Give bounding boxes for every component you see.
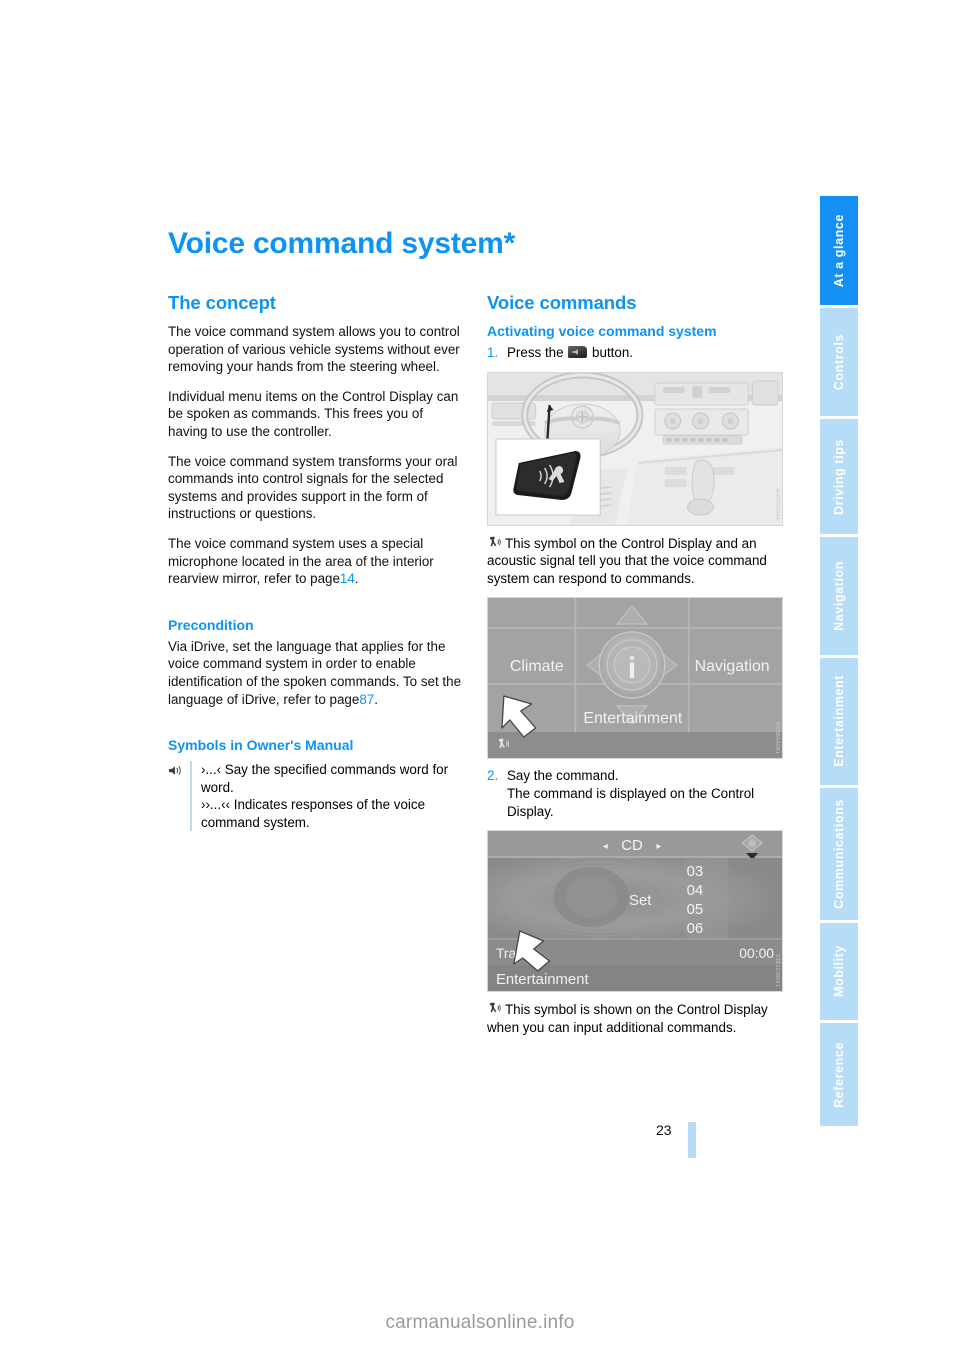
symbols-note-block: ›...‹ Say the specified commands word fo… (168, 761, 464, 832)
sidebar-tab-entertainment[interactable]: Entertainment (820, 657, 858, 785)
heading-activating-voice-command-system: Activating voice command system (487, 323, 717, 339)
step-2: 2. Say the command. The command is displ… (487, 767, 783, 820)
page-title: Voice command system* (168, 227, 516, 260)
sidebar-tab-label: Mobility (831, 945, 846, 998)
heading-voice-commands: Voice commands (487, 292, 637, 313)
symbols-icon-column (168, 761, 190, 831)
right-text-column: Voice commands Activating voice command … (487, 292, 783, 1036)
caption-voice-ready-text: This symbol on the Control Display and a… (487, 535, 767, 586)
sidebar-tab-driving-tips[interactable]: Driving tips (820, 418, 858, 535)
precondition-period: . (374, 691, 378, 707)
svg-text:CD: CD (621, 837, 643, 854)
step-2-number: 2. (487, 768, 499, 784)
sidebar-tab-at-a-glance[interactable]: At a glance (820, 196, 858, 306)
symbols-vertical-rule (190, 761, 192, 832)
sidebar-tab-reference[interactable]: Reference (820, 1023, 858, 1126)
step-1-text-after: button. (592, 345, 633, 360)
symbols-line-1: ›...‹ Say the specified commands word fo… (201, 762, 449, 795)
svg-text:Entertainment: Entertainment (496, 971, 590, 988)
precondition-text: Via iDrive, set the language that applie… (168, 638, 462, 707)
heading-precondition: Precondition (168, 616, 254, 633)
svg-text:05: 05 (687, 901, 704, 918)
symbols-line-2: ››...‹‹ Indicates responses of the voice… (201, 797, 426, 830)
figure-code: MV0B0A0A1 (774, 722, 780, 755)
figure-code: V3B1238661 (774, 954, 780, 988)
car-interior-photo: MV0K0230A (487, 371, 783, 526)
page-reference-14[interactable]: 14 (340, 571, 355, 586)
caption-voice-ready: This symbol on the Control Display and a… (487, 535, 783, 588)
sidebar-tab-label: Entertainment (831, 675, 846, 768)
step-1-number: 1. (487, 345, 499, 360)
precondition-paragraph: Via iDrive, set the language that applie… (168, 638, 464, 708)
svg-text:03: 03 (687, 863, 704, 880)
caption-additional-commands: This symbol is shown on the Control Disp… (487, 1001, 783, 1036)
concept-paragraph-4-period: . (354, 571, 359, 587)
symbols-text-column: ›...‹ Say the specified commands word fo… (201, 761, 464, 831)
svg-text:◂: ◂ (603, 841, 608, 852)
heading-symbols-in-owners-manual: Symbols in Owner's Manual (168, 737, 354, 754)
section-tab-sidebar: At a glance Controls Driving tips Naviga… (820, 196, 858, 1126)
svg-text:Entertainment: Entertainment (583, 710, 682, 727)
concept-paragraph-3: The voice command system transforms your… (168, 453, 458, 522)
voice-active-icon (487, 1001, 502, 1016)
watermark: carmanualsonline.info (385, 1312, 575, 1333)
sidebar-tab-controls[interactable]: Controls (820, 308, 858, 416)
svg-text:Climate: Climate (510, 658, 564, 675)
sidebar-tab-label: Driving tips (831, 438, 846, 515)
svg-text:▸: ▸ (656, 841, 661, 852)
sidebar-tab-label: Navigation (831, 561, 846, 631)
page-number: 23 (656, 1122, 672, 1138)
concept-paragraph-2: Individual menu items on the Control Dis… (168, 388, 459, 439)
caption-additional-commands-text: This symbol is shown on the Control Disp… (487, 1002, 768, 1035)
sidebar-tab-label: Controls (831, 334, 846, 391)
voice-active-icon (487, 535, 502, 550)
figure-code: MV0K0230A (774, 488, 780, 521)
sidebar-tab-label: Reference (831, 1041, 846, 1108)
svg-text:Navigation: Navigation (695, 658, 770, 675)
svg-text:06: 06 (687, 920, 704, 937)
cd-playback-screen: ◂ CD ▸ Set 03 04 05 06 Track 00:00 Enter… (487, 830, 783, 993)
step-1-text: Press the button. (507, 344, 783, 362)
step-1: 1. Press the button. (487, 344, 783, 362)
voice-command-icon (168, 763, 183, 778)
svg-text:00:00: 00:00 (739, 945, 774, 961)
svg-text:04: 04 (687, 882, 704, 899)
svg-text:i: i (628, 652, 636, 685)
sidebar-tab-label: Communications (831, 798, 846, 909)
sidebar-tab-navigation[interactable]: Navigation (820, 537, 858, 655)
concept-paragraph-4-text: The voice command system uses a special … (168, 535, 434, 587)
sidebar-tab-label: At a glance (831, 214, 846, 288)
folio-accent-bar (688, 1122, 696, 1158)
concept-paragraph-1: The voice command system allows you to c… (168, 324, 460, 375)
step-2-text: Say the command. The command is displaye… (507, 768, 755, 819)
svg-text:Set: Set (629, 892, 652, 909)
page-reference-87[interactable]: 87 (359, 692, 374, 707)
sidebar-tab-mobility[interactable]: Mobility (820, 922, 858, 1021)
voice-command-button-icon (568, 346, 588, 358)
concept-paragraph-4: The voice command system uses a special … (168, 535, 464, 588)
manual-page: At a glance Controls Driving tips Naviga… (0, 0, 960, 1358)
left-text-column: The concept The voice command system all… (168, 292, 464, 832)
idrive-main-menu-screen: i Climate Navigation Entertainment MV0B0… (487, 597, 783, 760)
heading-the-concept: The concept (168, 292, 276, 313)
step-1-text-before: Press the (507, 345, 564, 360)
sidebar-tab-communications[interactable]: Communications (820, 787, 858, 920)
